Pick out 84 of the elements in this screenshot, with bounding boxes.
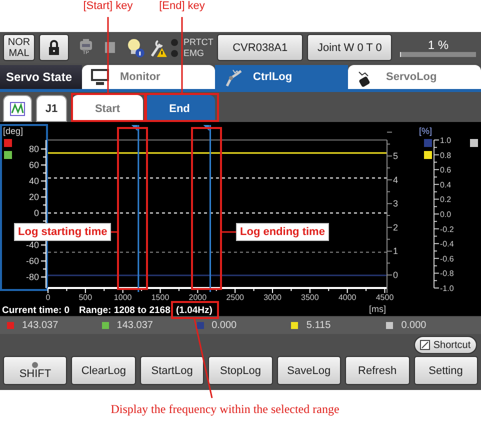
annotation-label: [End] key xyxy=(159,0,205,12)
axis-label: 5 xyxy=(393,151,398,161)
lock-button[interactable] xyxy=(39,34,69,61)
axis-label: -0.8 xyxy=(440,269,454,278)
axis-label: -0.4 xyxy=(440,240,454,249)
status-button[interactable]: CVR038A1 xyxy=(217,34,303,61)
axis-label: 3 xyxy=(393,198,398,209)
axis-label: 4500 xyxy=(376,293,394,302)
robot-arm-icon xyxy=(223,68,243,86)
shift-button[interactable]: SHIFT xyxy=(3,356,68,385)
legend-value: 0.000 xyxy=(212,320,237,331)
axis-label: 3500 xyxy=(301,293,319,302)
axis-label: -1.0 xyxy=(440,284,454,293)
axis-label: 0.0 xyxy=(440,210,452,219)
axis-unit: [%] xyxy=(419,126,432,136)
pendant-icon xyxy=(78,39,93,50)
legend-value: 0.000 xyxy=(401,320,426,331)
axis-label: 1 xyxy=(393,246,398,256)
mode-button[interactable]: NOR MAL xyxy=(3,34,35,61)
axis-unit: [ms] xyxy=(369,304,386,314)
axis-label: -0.2 xyxy=(440,224,454,234)
axis-label: 4000 xyxy=(338,293,356,302)
axis-label: 0 xyxy=(34,208,39,218)
callout-label: Log ending time xyxy=(236,223,329,241)
function-button[interactable]: Setting xyxy=(414,356,478,385)
legend-value: 143.037 xyxy=(22,320,58,331)
tab[interactable]: Monitor xyxy=(82,65,215,89)
axis-label: 40 xyxy=(28,176,39,186)
axis-label: 0.8 xyxy=(440,150,452,160)
lock-icon xyxy=(48,40,60,55)
tab[interactable]: CtrlLog xyxy=(215,65,348,89)
function-button[interactable]: StopLog xyxy=(208,356,273,385)
axis-label: 0 xyxy=(393,270,398,280)
axis-label: 4 xyxy=(393,174,398,185)
legend-value: 143.037 xyxy=(116,320,153,331)
legend-value: 5.115 xyxy=(306,320,331,331)
range-readout: Range: 1208 to 2168 xyxy=(79,305,170,316)
annotation-label: [Start] key xyxy=(83,0,133,12)
shortcut-button[interactable]: Shortcut xyxy=(414,336,477,354)
axis-label: -0.6 xyxy=(440,254,454,264)
axis-label: 2000 xyxy=(188,293,207,302)
function-button[interactable]: Refresh xyxy=(345,356,410,385)
screen-title: Servo State xyxy=(0,65,82,89)
tab[interactable]: ServoLog xyxy=(348,65,481,89)
axis-label: 0.4 xyxy=(440,180,452,190)
caption: Display the frequency within the selected range xyxy=(110,402,340,417)
status-button[interactable]: Joint W 0 T 0 xyxy=(306,34,392,61)
axis-label: 0.6 xyxy=(440,166,452,175)
axis-label: 60 xyxy=(28,160,39,170)
monitor-icon xyxy=(90,68,110,86)
axis-label: 1.0 xyxy=(440,136,452,145)
axis-label: -60 xyxy=(26,256,39,266)
indicator-label: PRTCT xyxy=(184,36,214,48)
axis-label: 80 xyxy=(28,144,39,154)
axis-label: -80 xyxy=(26,272,39,282)
leader-line xyxy=(221,231,236,233)
chart-button[interactable] xyxy=(3,95,32,122)
axis-label: -40 xyxy=(26,240,39,250)
axis-button[interactable]: J1 xyxy=(36,95,67,122)
chart-icon xyxy=(10,102,25,116)
function-button[interactable]: StartLog xyxy=(140,356,204,385)
frequency-readout: (1.04Hz) xyxy=(176,305,212,316)
axis-label: 2500 xyxy=(226,293,244,302)
axis-label: 3000 xyxy=(264,293,282,302)
current-time: Current time: 0 xyxy=(2,305,70,316)
speed-value: 1 % xyxy=(428,38,449,52)
axis-label: 1000 xyxy=(114,293,132,302)
range-key[interactable]: Start xyxy=(72,95,143,122)
axis-label: 1500 xyxy=(151,293,170,302)
wrench-warning-icon xyxy=(148,38,167,58)
function-button[interactable]: SaveLog xyxy=(276,356,342,385)
indicator-label: EMG xyxy=(184,48,204,58)
shortcut-icon xyxy=(420,340,430,350)
axis-label: 0.2 xyxy=(440,195,452,204)
function-button[interactable]: ClearLog xyxy=(71,356,136,385)
bulb-info-icon xyxy=(126,38,145,58)
callout-label: Log starting time xyxy=(14,223,112,241)
indicator-dot xyxy=(32,362,38,368)
axis-label: 500 xyxy=(78,293,92,302)
axis-label: 20 xyxy=(28,192,39,202)
axis-label: 0 xyxy=(46,293,50,302)
axis-label: 2 xyxy=(393,222,398,232)
highlight-frame xyxy=(171,301,219,319)
axis-unit: [deg] xyxy=(3,126,24,136)
